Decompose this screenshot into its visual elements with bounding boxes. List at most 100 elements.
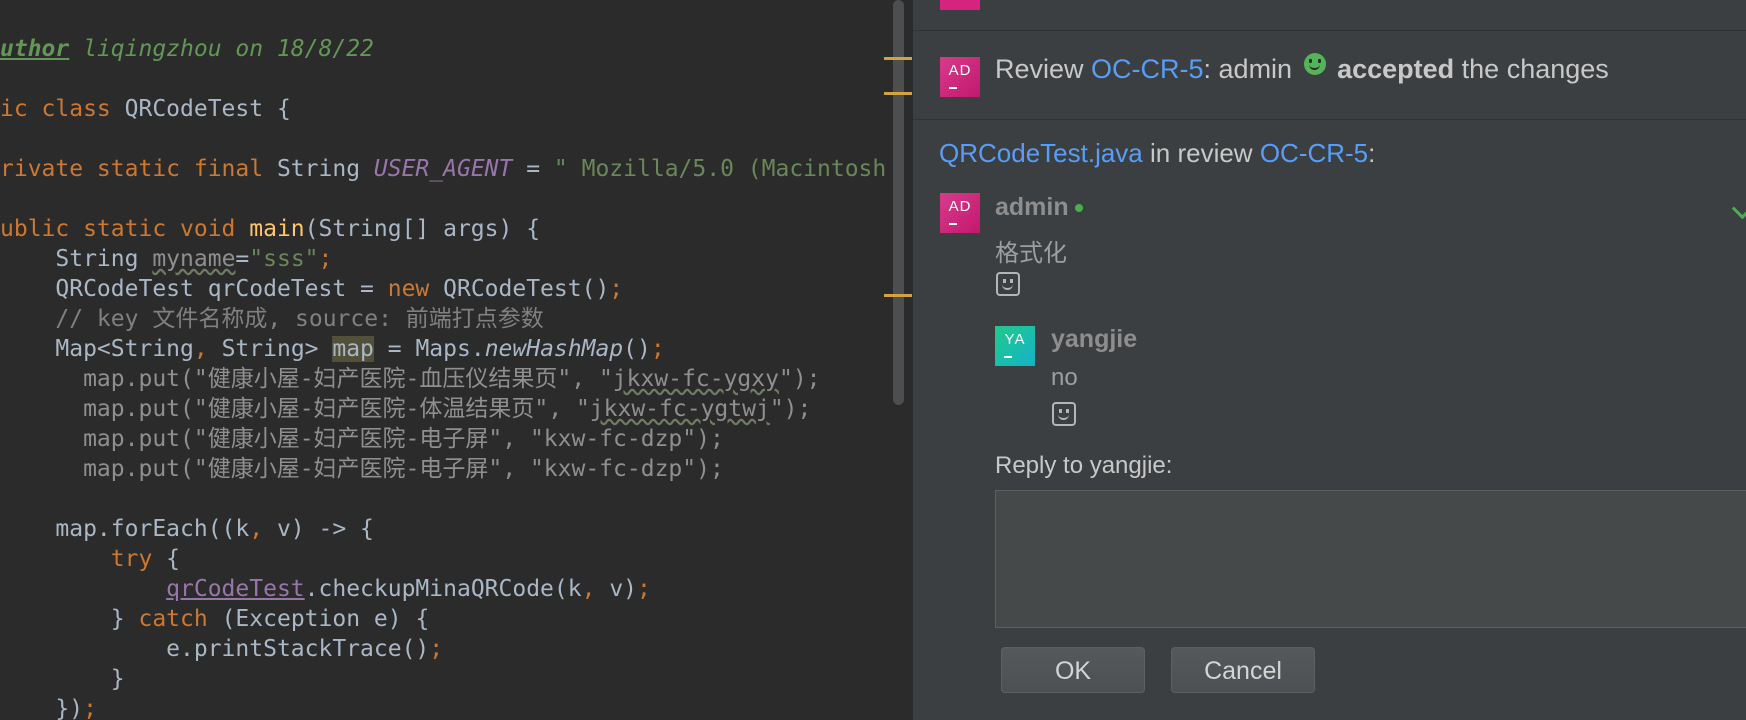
thread-header-colon: :: [1368, 138, 1376, 168]
code-token: ic class: [0, 96, 125, 122]
file-link[interactable]: QRCodeTest.java: [939, 138, 1143, 168]
add-reaction-icon[interactable]: [996, 272, 1020, 296]
code-line: rivate static final String USER_AGENT = …: [0, 154, 896, 184]
code-token: map.put("健康小屋-妇产医院-电子屏", "kxw-fc-dzp");: [0, 456, 724, 482]
code-token: try: [0, 546, 167, 572]
code-editor[interactable]: uthor liqingzhou on 18/8/22 ic class QRC…: [0, 0, 896, 720]
code-line: Map<String, String> map = Maps.newHashMa…: [0, 334, 665, 364]
code-token: ,: [249, 516, 277, 542]
code-line: map.put("健康小屋-妇产医院-血压仪结果页", "jkxw-fc-ygx…: [0, 364, 821, 394]
code-token: }: [0, 666, 125, 692]
code-token: ;: [429, 636, 444, 662]
review-link[interactable]: OC-CR-5: [1260, 138, 1368, 168]
avatar: AD: [940, 57, 980, 97]
cancel-button[interactable]: Cancel: [1171, 647, 1315, 693]
review-link[interactable]: OC-CR-5: [1091, 54, 1204, 84]
code-token: QRCodeTest(): [443, 276, 610, 302]
code-token: String: [276, 156, 374, 182]
code-line: String myname="sss";: [0, 244, 332, 274]
reply-input[interactable]: [995, 490, 1746, 628]
code-token: main: [249, 216, 305, 242]
code-token: USER_AGENT: [373, 156, 513, 182]
review-marker[interactable]: [884, 294, 912, 297]
code-line: uthor liqingzhou on 18/8/22: [0, 34, 374, 64]
code-token: }): [0, 696, 84, 720]
review-event-text: Review OC-CR-5: admin accepted the chang…: [995, 53, 1609, 85]
code-line: map.put("健康小屋-妇产医院-体温结果页", "jkxw-fc-ygtw…: [0, 394, 811, 424]
thread-header: QRCodeTest.java in review OC-CR-5:: [939, 138, 1375, 169]
thread-header-text: in review: [1142, 138, 1260, 168]
code-line: }: [0, 664, 125, 694]
avatar: AD: [940, 193, 980, 233]
code-line: map.put("健康小屋-妇产医院-电子屏", "kxw-fc-dzp");: [0, 424, 724, 454]
review-panel: AD Review OC-CR-5: admin accepted the ch…: [912, 0, 1746, 720]
code-token: jkxw-fc-ygxy: [612, 366, 779, 392]
online-status-icon: [1074, 204, 1083, 212]
code-token: jkxw-fc-ygtwj: [589, 396, 770, 422]
event-suffix: the changes: [1454, 54, 1609, 84]
code-token: map.put("健康小屋-妇产医院-血压仪结果页", ": [0, 366, 613, 392]
code-token: ;: [609, 276, 624, 302]
editor-scrollbar-thumb[interactable]: [893, 0, 904, 405]
code-line: qrCodeTest.checkupMinaQRCode(k, v);: [0, 574, 651, 604]
ok-button[interactable]: OK: [1001, 647, 1145, 693]
author-name: admin: [995, 193, 1069, 221]
code-token: map.put("健康小屋-妇产医院-电子屏", "kxw-fc-dzp");: [0, 426, 724, 452]
code-token: e.printStackTrace(): [0, 636, 430, 662]
comment-text: 格式化: [995, 240, 1067, 267]
code-token: ;: [318, 246, 333, 272]
code-token: {: [166, 546, 181, 572]
code-line: map.forEach((k, v) -> {: [0, 514, 374, 544]
resolved-check-icon[interactable]: [1731, 193, 1746, 220]
code-token: ,: [581, 576, 610, 602]
code-token: }: [0, 606, 139, 632]
avatar: [940, 0, 980, 10]
code-line: QRCodeTest qrCodeTest = new QRCodeTest()…: [0, 274, 623, 304]
code-token: = Maps.: [373, 336, 485, 362]
code-token: rivate static final: [0, 156, 277, 182]
code-token: map.put("健康小屋-妇产医院-体温结果页", ": [0, 396, 590, 422]
event-actor: : admin: [1203, 54, 1300, 84]
event-prefix: Review: [995, 54, 1092, 84]
code-token: ,: [193, 336, 222, 362]
code-token: (Exception e) {: [221, 606, 430, 632]
previous-event-row: [913, 0, 1746, 31]
code-line: // key 文件名称成, source: 前端打点参数: [0, 304, 544, 334]
code-token: ");: [778, 366, 821, 392]
code-token: " Mozilla/5.0 (Macintosh;: [553, 156, 896, 182]
code-token: qrCodeTest: [166, 576, 305, 602]
code-token: =: [512, 156, 554, 182]
javadoc-tag: uthor: [0, 36, 70, 62]
add-reaction-icon[interactable]: [1052, 402, 1076, 426]
code-line: });: [0, 694, 97, 720]
comment-text: no: [1051, 364, 1078, 391]
code-token: v): [609, 576, 638, 602]
review-marker[interactable]: [884, 92, 912, 95]
code-token: (): [623, 336, 651, 362]
code-line: ublic static void main(String[] args) {: [0, 214, 540, 244]
event-action: accepted: [1337, 54, 1455, 84]
code-token: v) -> {: [276, 516, 374, 542]
code-token: (String[] args) {: [304, 216, 541, 242]
code-token: map: [332, 336, 374, 362]
code-token: ;: [637, 576, 651, 602]
code-token: QRCodeTest qrCodeTest =: [0, 276, 388, 302]
code-token: ;: [83, 696, 97, 720]
review-event-row: AD Review OC-CR-5: admin accepted the ch…: [913, 31, 1746, 120]
comment-author: admin: [995, 193, 1083, 222]
comment-author: yangjie: [1051, 325, 1138, 353]
code-token: Map<String: [0, 336, 194, 362]
code-token: ");: [769, 396, 812, 422]
smile-icon: [1303, 53, 1326, 75]
code-line: map.put("健康小屋-妇产医院-电子屏", "kxw-fc-dzp");: [0, 454, 724, 484]
code-token: map.forEach((k: [0, 516, 250, 542]
code-token: ;: [650, 336, 665, 362]
code-token: String: [0, 246, 153, 272]
review-marker[interactable]: [884, 57, 912, 60]
code-line: e.printStackTrace();: [0, 634, 443, 664]
reply-label: Reply to yangjie:: [995, 452, 1173, 479]
avatar: YA: [995, 326, 1035, 366]
code-token: catch: [138, 606, 222, 632]
code-comment: // key 文件名称成, source: 前端打点参数: [0, 306, 544, 332]
